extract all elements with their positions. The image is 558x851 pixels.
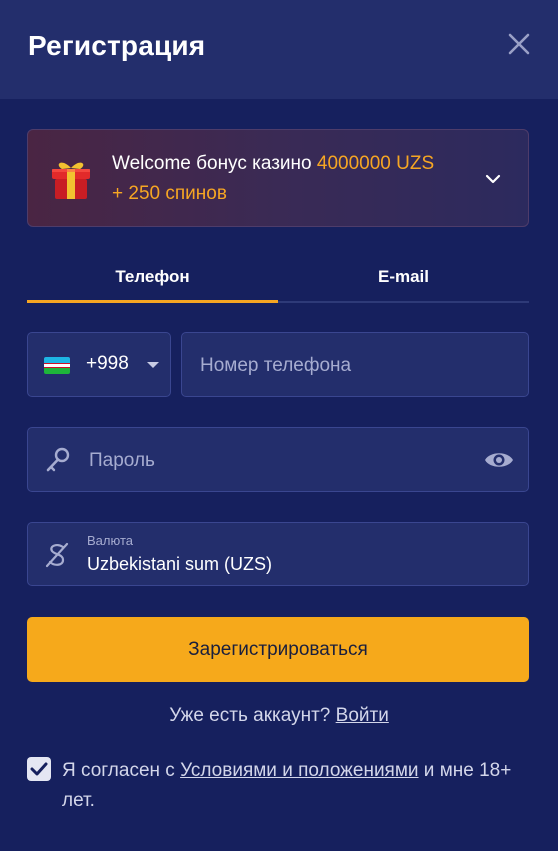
- key-icon: [46, 447, 70, 472]
- welcome-bonus-banner[interactable]: Welcome бонус казино 4000000 UZS + 250 сп…: [27, 129, 529, 227]
- close-icon[interactable]: [505, 30, 533, 58]
- tab-email[interactable]: E-mail: [278, 255, 529, 301]
- phone-field: [181, 332, 529, 398]
- currency-icon: [45, 542, 69, 568]
- country-code-select[interactable]: +998: [27, 332, 171, 397]
- registration-tabs: Телефон E-mail: [27, 255, 529, 303]
- agree-checkbox[interactable]: [27, 757, 51, 781]
- register-button[interactable]: Зарегистрироваться: [27, 617, 529, 682]
- login-link[interactable]: Войти: [336, 705, 389, 726]
- modal-title: Регистрация: [28, 30, 206, 61]
- bonus-text-prefix: Welcome бонус казино: [112, 153, 317, 174]
- login-prompt-text: Уже есть аккаунт?: [169, 705, 336, 726]
- password-input[interactable]: [87, 428, 471, 493]
- country-code-value: +998: [86, 353, 129, 374]
- caret-down-icon: [147, 362, 159, 368]
- gift-icon: [52, 162, 90, 199]
- agree-text-before: Я согласен с: [62, 760, 181, 781]
- bonus-spins: + 250 спинов: [112, 183, 227, 204]
- uzbekistan-flag-icon: [44, 357, 70, 374]
- checkmark-icon: [30, 762, 48, 776]
- tab-phone[interactable]: Телефон: [27, 255, 278, 303]
- eye-icon[interactable]: [484, 448, 514, 472]
- currency-label: Валюта: [87, 533, 133, 548]
- chevron-down-icon[interactable]: [484, 170, 502, 188]
- bonus-text: Welcome бонус казино 4000000 UZS + 250 сп…: [112, 149, 472, 209]
- terms-link[interactable]: Условиями и положениями: [180, 760, 418, 781]
- password-field: [27, 427, 529, 493]
- modal-header: Регистрация: [0, 0, 558, 99]
- phone-input[interactable]: [198, 333, 522, 398]
- registration-modal: Регистрация Welcome бонус казино 4000000…: [0, 0, 558, 851]
- login-prompt: Уже есть аккаунт? Войти: [0, 705, 558, 727]
- currency-value: Uzbekistani sum (UZS): [87, 554, 273, 574]
- currency-select[interactable]: Валюта Uzbekistani sum (UZS): [27, 522, 529, 586]
- bonus-amount: 4000000 UZS: [316, 153, 435, 174]
- agree-text: Я согласен с Условиями и положениями и м…: [62, 756, 522, 816]
